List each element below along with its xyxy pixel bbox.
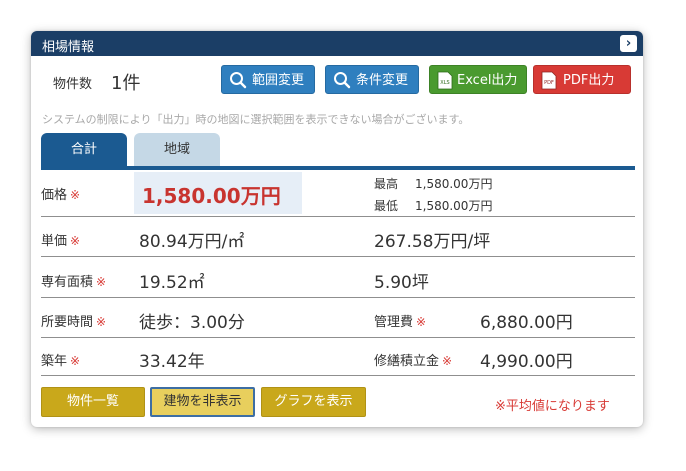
unit-price-label: 単価 ※	[41, 234, 81, 249]
travel-time-label: 所要時間 ※	[41, 315, 107, 330]
tab-total[interactable]: 合計	[41, 133, 127, 167]
floor-area-label: 専有面積 ※	[41, 275, 107, 290]
svg-text:PDF: PDF	[544, 80, 554, 86]
repair-reserve-value: 4,990.00円	[480, 352, 573, 372]
range-change-label: 範囲変更	[252, 73, 305, 88]
pdf-export-button[interactable]: PDF PDF出力	[533, 65, 631, 94]
panel-title: 相場情報	[42, 40, 95, 55]
building-age-row: 築年 ※ 33.42年 修繕積立金 ※ 4,990.00円	[41, 338, 635, 376]
price-label: 価格 ※	[41, 188, 81, 203]
range-change-button[interactable]: 範囲変更	[221, 65, 315, 94]
search-icon	[334, 72, 351, 89]
floor-area-tsubo-value: 5.90坪	[374, 273, 429, 293]
required-mark: ※	[442, 354, 453, 368]
hide-buildings-button[interactable]: 建物を非表示	[150, 387, 255, 417]
system-notice: システムの制限により「出力」時の地図に選択範囲を表示できない場合がございます。	[42, 113, 470, 126]
unit-price-row: 単価 ※ 80.94万円/㎡ 267.58万円/坪	[41, 217, 635, 257]
travel-time-value: 徒歩：3.00分	[139, 313, 245, 333]
required-mark: ※	[70, 354, 81, 368]
price-row: 価格 ※ 1,580.00万円 最高 1,580.00万円 最低 1,580.00…	[41, 170, 635, 217]
show-graph-button[interactable]: グラフを表示	[261, 387, 366, 417]
property-list-button[interactable]: 物件一覧	[41, 387, 145, 417]
price-max-label: 最高	[374, 177, 399, 191]
required-mark: ※	[70, 234, 81, 248]
excel-export-label: Excel出力	[457, 73, 518, 88]
management-fee-label: 管理費 ※	[374, 315, 427, 330]
unit-price-sqm-value: 80.94万円/㎡	[139, 232, 245, 252]
panel-titlebar: 相場情報 ›	[31, 31, 643, 56]
management-fee-value: 6,880.00円	[480, 313, 573, 333]
building-age-value: 33.42年	[139, 352, 205, 372]
price-min-label: 最低	[374, 199, 399, 213]
row-divider	[41, 375, 635, 376]
search-icon	[230, 72, 247, 89]
travel-time-row: 所要時間 ※ 徒歩：3.00分 管理費 ※ 6,880.00円	[41, 298, 635, 338]
price-max-value: 1,580.00万円	[415, 177, 493, 191]
floor-area-sqm-value: 19.52㎡	[139, 273, 205, 293]
market-info-panel: 相場情報 › 物件数 1件 範囲変更 条件変更 XLS Excel出力 PDF …	[31, 31, 643, 427]
excel-export-button[interactable]: XLS Excel出力	[429, 65, 527, 94]
chevron-right-icon[interactable]: ›	[620, 35, 637, 52]
floor-area-row: 専有面積 ※ 19.52㎡ 5.90坪	[41, 257, 635, 298]
average-footnote: ※平均値になります	[495, 399, 610, 414]
required-mark: ※	[70, 188, 81, 202]
unit-price-tsubo-value: 267.58万円/坪	[374, 232, 491, 252]
svg-text:XLS: XLS	[440, 80, 449, 86]
price-min-value: 1,580.00万円	[415, 199, 493, 213]
building-age-label: 築年 ※	[41, 354, 81, 369]
repair-reserve-label: 修繕積立金 ※	[374, 354, 453, 369]
required-mark: ※	[416, 315, 427, 329]
tab-area[interactable]: 地域	[134, 133, 220, 167]
condition-change-label: 条件変更	[356, 73, 409, 88]
pdf-file-icon: PDF	[541, 71, 557, 90]
excel-file-icon: XLS	[437, 71, 453, 90]
required-mark: ※	[96, 275, 107, 289]
condition-change-button[interactable]: 条件変更	[325, 65, 419, 94]
property-count-label: 物件数	[53, 77, 93, 92]
pdf-export-label: PDF出力	[563, 73, 615, 88]
property-count-value: 1件	[111, 73, 141, 94]
price-value: 1,580.00万円	[142, 184, 281, 208]
required-mark: ※	[96, 315, 107, 329]
